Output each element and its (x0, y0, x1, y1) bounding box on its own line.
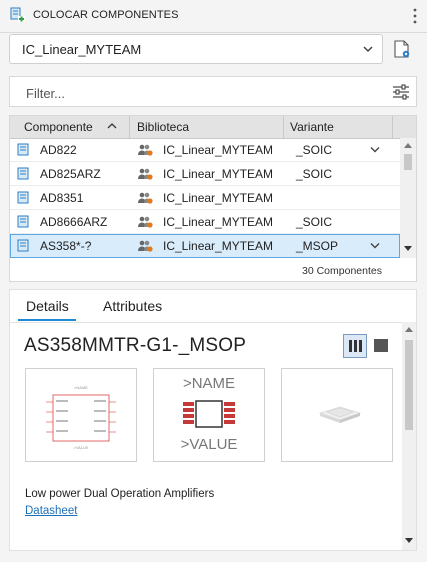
panel-title: COLOCAR COMPONENTES (33, 9, 179, 21)
team-library-icon (138, 168, 153, 180)
scroll-up-icon[interactable] (404, 142, 412, 148)
tab-details[interactable]: Details (26, 298, 69, 314)
component-icon (17, 239, 29, 252)
filter-bar (9, 76, 417, 107)
column-header-variante[interactable]: Variante (290, 120, 334, 134)
tab-attributes[interactable]: Attributes (103, 298, 162, 314)
column-divider[interactable] (129, 116, 130, 138)
table-scrollbar[interactable] (400, 138, 416, 258)
components-table: Componente Biblioteca Variante AD822 IC_… (9, 115, 417, 282)
filter-input[interactable] (26, 84, 346, 102)
component-icon (17, 167, 29, 180)
component-name: AD825ARZ (40, 167, 101, 181)
team-library-icon (138, 144, 153, 156)
column-divider[interactable] (392, 116, 393, 138)
component-name: AD8351 (40, 191, 84, 205)
team-library-icon (138, 192, 153, 204)
variant-value: _SOIC (296, 143, 333, 157)
library-name: IC_Linear_MYTEAM (163, 215, 274, 229)
part-name: AS358MMTR-G1-_MSOP (24, 335, 247, 356)
team-library-icon (138, 216, 153, 228)
footprint-preview[interactable]: >NAME >VALUE (153, 368, 265, 462)
schematic-preview[interactable]: >NAME >VALUE (25, 368, 137, 462)
scrollbar-thumb[interactable] (405, 340, 413, 430)
grid-view-button[interactable] (343, 334, 367, 358)
columns-icon (349, 340, 362, 352)
library-select-value: IC_Linear_MYTEAM (22, 42, 142, 57)
library-settings-icon[interactable] (393, 40, 412, 59)
column-header-biblioteca[interactable]: Biblioteca (137, 120, 189, 134)
datasheet-link[interactable]: Datasheet (25, 505, 77, 517)
library-name: IC_Linear_MYTEAM (163, 191, 274, 205)
chevron-down-icon[interactable] (370, 146, 380, 153)
part-description: Low power Dual Operation Amplifiers (25, 488, 215, 500)
table-row[interactable]: AD825ARZ IC_Linear_MYTEAM _SOIC (10, 162, 400, 186)
svg-text:>VALUE: >VALUE (73, 445, 88, 450)
details-tabs: Details Attributes (10, 290, 416, 323)
scroll-down-icon[interactable] (404, 246, 412, 252)
component-name: AD822 (40, 143, 77, 157)
sort-ascending-icon[interactable] (107, 122, 117, 130)
active-tab-indicator (18, 319, 76, 321)
library-name: IC_Linear_MYTEAM (163, 167, 274, 181)
scroll-down-icon[interactable] (405, 538, 413, 544)
footprint-value-label: >VALUE (180, 436, 238, 453)
component-icon (17, 191, 29, 204)
schematic-symbol-image: >NAME >VALUE (46, 385, 116, 450)
panel-menu-icon[interactable] (412, 6, 418, 26)
single-view-button[interactable] (374, 339, 388, 352)
table-row[interactable]: AD822 IC_Linear_MYTEAM _SOIC (10, 138, 400, 162)
chevron-down-icon (363, 46, 373, 53)
variant-value: _SOIC (296, 167, 333, 181)
scroll-up-icon[interactable] (405, 326, 413, 332)
chevron-down-icon[interactable] (370, 242, 380, 249)
table-header: Componente Biblioteca Variante (10, 116, 416, 139)
variant-value: _MSOP (296, 239, 339, 253)
3d-package-image (318, 406, 362, 423)
component-count: 30 Componentes (302, 265, 382, 277)
library-select[interactable]: IC_Linear_MYTEAM (9, 34, 383, 64)
column-divider[interactable] (283, 116, 284, 138)
variant-value: _SOIC (296, 215, 333, 229)
component-name: AD8666ARZ (40, 215, 108, 229)
component-icon (17, 215, 29, 228)
library-name: IC_Linear_MYTEAM (163, 239, 274, 253)
component-name: AS358*-? (40, 239, 92, 253)
team-library-icon (138, 240, 153, 252)
details-scrollbar[interactable] (402, 322, 416, 550)
table-row[interactable]: AD8666ARZ IC_Linear_MYTEAM _SOIC (10, 210, 400, 234)
scrollbar-thumb[interactable] (404, 154, 412, 170)
table-row[interactable]: AD8351 IC_Linear_MYTEAM (10, 186, 400, 210)
3d-model-preview[interactable] (281, 368, 393, 462)
place-component-icon (10, 7, 25, 22)
panel-title-bar: COLOCAR COMPONENTES (0, 0, 427, 33)
column-header-componente[interactable]: Componente (24, 120, 93, 134)
library-name: IC_Linear_MYTEAM (163, 143, 274, 157)
svg-text:>NAME: >NAME (74, 385, 88, 390)
component-icon (17, 143, 29, 156)
details-panel: Details Attributes AS358MMTR-G1-_MSOP >N… (9, 289, 417, 551)
filter-settings-icon[interactable] (392, 84, 410, 100)
table-row-selected[interactable]: AS358*-? IC_Linear_MYTEAM _MSOP (10, 234, 400, 258)
